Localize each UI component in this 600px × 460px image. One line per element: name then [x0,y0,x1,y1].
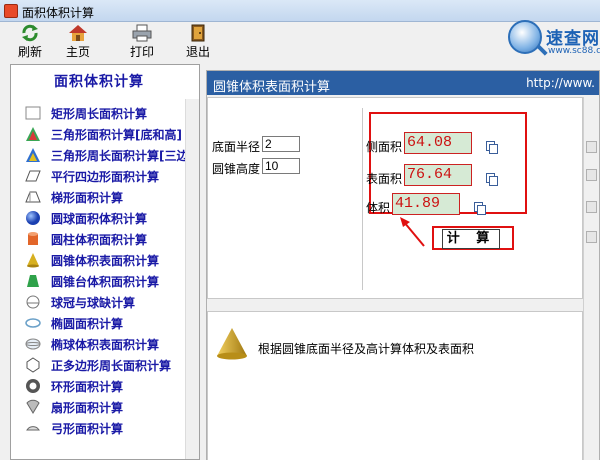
calculate-button[interactable]: 计 算 [442,229,500,249]
copy-lateral-icon[interactable] [486,141,498,154]
printer-icon [132,24,152,42]
list-item-ellipsoid[interactable]: 椭球体积表面积计算 [25,334,191,354]
list-item-label: 三角形周长面积计算[三边] [51,149,191,163]
exit-icon [191,24,205,42]
radius-label: 底面半径 [212,140,261,154]
refresh-label: 刷新 [17,45,42,59]
site-logo: 速查网 www.sc88.com [508,16,600,60]
home-label: 主页 [65,45,90,59]
list-item-label: 圆锥体积表面积计算 [51,254,160,268]
list-item-label: 梯形面积计算 [51,191,124,205]
list-item-label: 平行四边形面积计算 [51,170,160,184]
scroll-button[interactable] [586,201,597,213]
scroll-button[interactable] [586,169,597,181]
list-item-label: 环形面积计算 [51,380,124,394]
list-item-cone[interactable]: 圆锥体积表面积计算 [25,250,191,270]
polygon-icon [26,357,40,373]
list-item-triangle-three-sides[interactable]: 三角形周长面积计算[三边] [25,145,191,165]
list-item-regular-polygon[interactable]: 正多边形周长面积计算 [25,355,191,375]
list-item-triangle-base-height[interactable]: 三角形面积计算[底和高] [25,124,191,144]
copy-volume-icon[interactable] [474,202,486,215]
list-heading: 面积体积计算 [54,74,144,90]
exit-button[interactable]: 退出 [176,24,220,59]
list-item-label: 正多边形周长面积计算 [51,359,172,373]
cylinder-icon [28,232,38,245]
triangle-color-icon [26,148,40,162]
list-item-label: 圆柱体积面积计算 [51,233,148,247]
frustum-icon [27,275,39,287]
list-scrollbar[interactable] [185,99,199,459]
list-item-cylinder[interactable]: 圆柱体积面积计算 [25,229,191,249]
lateral-area-output: 64.08 [404,132,472,154]
list-item-segment[interactable]: 弓形面积计算 [25,418,191,438]
radius-input[interactable]: 2 [262,136,300,152]
refresh-button[interactable]: 刷新 [8,24,52,59]
sphere-icon [26,211,40,225]
volume-output: 41.89 [392,193,460,215]
list-item-sector[interactable]: 扇形面积计算 [25,397,191,417]
refresh-icon [22,24,38,42]
parallelogram-icon [25,170,41,182]
trapezoid-icon [25,191,41,203]
print-label: 打印 [129,45,154,59]
scroll-button[interactable] [586,231,597,243]
spherical-cap-icon [26,295,40,309]
logo-url: www.sc88.com [548,46,600,56]
input-form: 底面半径 2 圆锥高度 10 侧面积 64.08 表面积 76.64 体积 41… [207,97,583,299]
list-item-sphere[interactable]: 圆球面积体积计算 [25,208,191,228]
magnifier-logo-icon [508,20,542,54]
list-item-ring[interactable]: 环形面积计算 [25,376,191,396]
list-item-ellipse[interactable]: 椭圆面积计算 [25,313,191,333]
home-icon [69,25,87,41]
list-item-label: 弓形面积计算 [51,422,124,436]
print-button[interactable]: 打印 [120,24,164,59]
ellipse-icon [25,318,41,328]
surface-area-output: 76.64 [404,164,472,186]
list-item-label: 球冠与球缺计算 [51,296,136,310]
panel-url[interactable]: http://www. [526,76,595,90]
height-input[interactable]: 10 [262,158,300,174]
surface-area-label: 表面积 [366,172,403,186]
list-item-label: 椭球体积表面积计算 [51,338,160,352]
segment-icon [26,426,40,431]
rectangle-icon [25,106,41,120]
list-item-rectangle[interactable]: 矩形周长面积计算 [25,103,191,123]
form-divider [362,108,363,290]
panel-header: 圆锥体积表面积计算 http://www. [207,71,599,95]
height-label: 圆锥高度 [212,162,261,176]
window-title: 面积体积计算 [22,6,95,20]
list-item-label: 三角形面积计算[底和高] [51,128,182,142]
list-item-label: 矩形周长面积计算 [51,107,148,121]
ring-icon [26,379,40,393]
list-item-label: 圆锥台体积面积计算 [51,275,160,289]
lateral-area-label: 侧面积 [366,140,403,154]
list-item-label: 椭圆面积计算 [51,317,124,331]
description-text: 根据圆锥底面半径及高计算体积及表面积 [258,342,475,356]
volume-label: 体积 [366,201,391,215]
list-item-label: 圆球面积体积计算 [51,212,148,226]
list-item-spherical-cap[interactable]: 球冠与球缺计算 [25,292,191,312]
list-item-frustum[interactable]: 圆锥台体积面积计算 [25,271,191,291]
cone-illustration-icon [217,328,247,360]
home-button[interactable]: 主页 [56,24,100,59]
description-box: 根据圆锥底面半径及高计算体积及表面积 [207,311,583,460]
annotation-arrow-icon [400,217,425,247]
scroll-button[interactable] [586,141,597,153]
exit-label: 退出 [185,45,210,59]
panel-scrollbar[interactable] [583,97,599,460]
triangle-icon [26,127,40,141]
list-item-label: 扇形面积计算 [51,401,124,415]
toolbar: 刷新 主页 打印 退出 [0,22,505,60]
list-item-trapezoid[interactable]: 梯形面积计算 [25,187,191,207]
copy-surface-icon[interactable] [486,173,498,186]
sector-icon [26,399,40,414]
cone-icon [27,253,39,268]
ellipsoid-icon [25,338,41,350]
app-icon [4,4,18,18]
calculator-list-panel: 面积体积计算 矩形周长面积计算 三角形面积计算[底和高] 三角形周长面积计算[三… [10,64,200,460]
list-item-parallelogram[interactable]: 平行四边形面积计算 [25,166,191,186]
panel-title: 圆锥体积表面积计算 [213,80,331,95]
calculator-panel: 圆锥体积表面积计算 http://www. 底面半径 2 圆锥高度 10 侧面积… [206,70,600,460]
